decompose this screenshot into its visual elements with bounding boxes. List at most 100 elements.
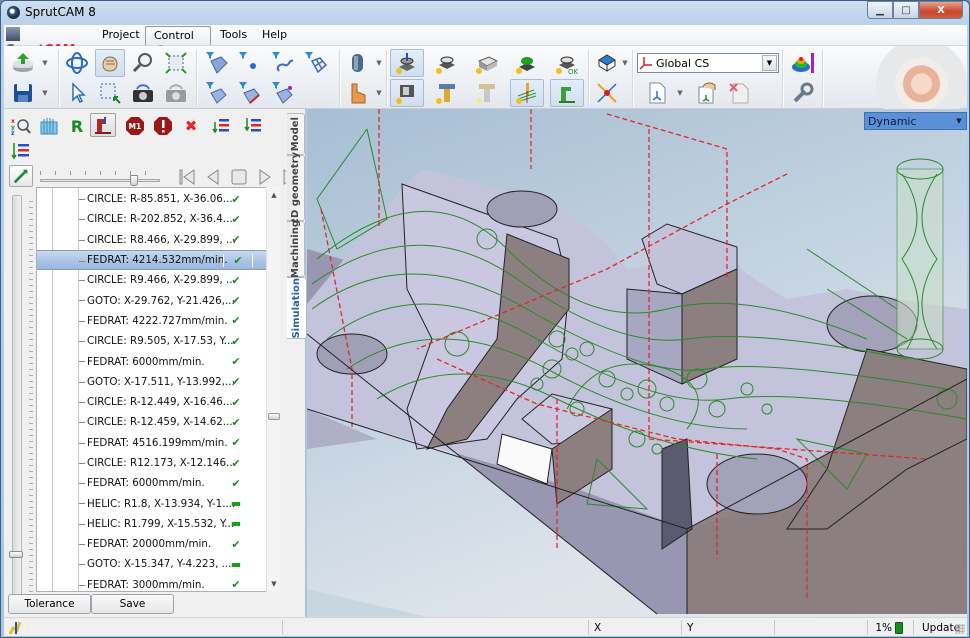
part-button[interactable] bbox=[430, 49, 464, 77]
pan-button[interactable] bbox=[95, 49, 125, 77]
wireframe-view-button[interactable] bbox=[592, 49, 622, 77]
alert-stop-button[interactable] bbox=[150, 114, 176, 138]
menu-project[interactable]: Project bbox=[94, 26, 148, 45]
command-list-item[interactable]: GOTO: X-29.762, Y-21.426,... ✔ bbox=[37, 290, 267, 310]
snapshot-disabled-button[interactable] bbox=[161, 79, 191, 107]
zoom-window-button[interactable] bbox=[95, 79, 125, 107]
command-list-item[interactable]: CIRCLE: R9.505, X-17.53, Y... ✔ bbox=[37, 331, 267, 351]
scroll-down-icon[interactable]: ▼ bbox=[267, 577, 281, 591]
clear-button[interactable]: ✖ bbox=[178, 114, 204, 138]
save-dropdown[interactable]: ▼ bbox=[41, 88, 49, 98]
snap-point-button[interactable] bbox=[592, 79, 622, 107]
command-list-item[interactable]: CIRCLE: R-12.449, X-16.46... ✔ bbox=[37, 392, 267, 412]
nc-command-list[interactable]: CIRCLE: R-85.851, X-36.06... ✔ CIRCLE: R-2… bbox=[36, 187, 280, 592]
reset-button[interactable]: R bbox=[64, 114, 90, 138]
command-list-item[interactable]: CIRCLE: R12.173, X-12.146... ✔ bbox=[37, 453, 267, 473]
fixture-dropdown[interactable]: ▼ bbox=[375, 88, 383, 98]
view-mode-combo[interactable]: Dynamic ▼ bbox=[864, 112, 967, 130]
fixture-green-button[interactable] bbox=[510, 49, 544, 77]
scrollbar-thumb[interactable] bbox=[268, 413, 280, 420]
first-button[interactable] bbox=[176, 167, 198, 187]
command-list-item[interactable]: CIRCLE: R-12.459, X-14.62... ✔ bbox=[37, 412, 267, 432]
tool-button[interactable] bbox=[430, 79, 464, 107]
filter-points-button[interactable] bbox=[235, 49, 265, 77]
3d-viewport[interactable]: Dynamic ▼ bbox=[307, 109, 967, 617]
rotate-view-button[interactable] bbox=[62, 49, 92, 77]
m1-stop-button[interactable]: M1 bbox=[122, 114, 148, 138]
scroll-up-icon[interactable]: ▲ bbox=[267, 188, 281, 202]
list-position-thumb[interactable] bbox=[9, 551, 23, 559]
machine-vise-button[interactable] bbox=[390, 79, 424, 107]
back-button[interactable] bbox=[202, 167, 224, 187]
machine-view-button[interactable] bbox=[90, 113, 116, 137]
tab-model[interactable]: Model bbox=[287, 113, 305, 155]
maximize-button[interactable]: □ bbox=[893, 1, 919, 19]
cs-new-button[interactable] bbox=[642, 79, 672, 107]
command-list-item[interactable]: FEDRAT: 20000mm/min. ✔ bbox=[37, 534, 267, 554]
stock-button[interactable] bbox=[470, 49, 504, 77]
machine-button[interactable] bbox=[550, 79, 584, 107]
chevron-down-icon[interactable]: ▼ bbox=[952, 117, 966, 125]
workpiece-dropdown[interactable]: ▼ bbox=[375, 58, 383, 68]
speed-slider-thumb[interactable] bbox=[130, 175, 139, 186]
tolerance-button[interactable]: Tolerance bbox=[8, 594, 91, 614]
filter-surface-edges-button[interactable] bbox=[235, 79, 265, 107]
stop-button[interactable] bbox=[228, 167, 250, 187]
save-list-button[interactable]: Save bbox=[91, 594, 174, 614]
xyz-inspect-button[interactable]: xyz bbox=[8, 114, 34, 138]
filter-meshes-button[interactable] bbox=[301, 49, 331, 77]
part-setup-button[interactable] bbox=[390, 49, 424, 77]
fit-all-button[interactable] bbox=[161, 49, 191, 77]
wireframe-dropdown[interactable]: ▼ bbox=[621, 58, 629, 68]
resize-grip[interactable] bbox=[955, 624, 965, 634]
forward-button[interactable] bbox=[254, 167, 276, 187]
command-list-item[interactable]: FEDRAT: 4222.727mm/min. ✔ bbox=[37, 311, 267, 331]
settings-button[interactable] bbox=[788, 79, 818, 107]
command-list-item[interactable]: FEDRAT: 4214.532mm/min. ✔ bbox=[37, 249, 267, 271]
command-list-item[interactable]: FEDRAT: 6000mm/min. ✔ bbox=[37, 351, 267, 371]
tab-2d-geometry[interactable]: 2D geometry bbox=[287, 152, 305, 225]
command-list-item[interactable]: GOTO: X-15.347, Y-4.223, ... ▬ bbox=[37, 554, 267, 574]
list-position-slider[interactable] bbox=[9, 195, 25, 607]
command-list-item[interactable]: CIRCLE: R9.466, X-29.899, ... ✔ bbox=[37, 270, 267, 290]
cs-edit-button[interactable] bbox=[692, 79, 722, 107]
chevron-down-icon[interactable]: ▼ bbox=[762, 55, 777, 71]
zoom-button[interactable] bbox=[128, 49, 158, 77]
command-list-item[interactable]: FEDRAT: 3000mm/min. ✔ bbox=[37, 575, 267, 591]
cs-delete-button[interactable] bbox=[724, 79, 754, 107]
tab-machining[interactable]: Machining bbox=[287, 220, 305, 278]
command-list-item[interactable]: CIRCLE: R-85.851, X-36.06... ✔ bbox=[37, 189, 267, 209]
toolpath-button[interactable] bbox=[510, 79, 544, 107]
stock-model-button[interactable] bbox=[36, 114, 62, 138]
list-expand-button[interactable] bbox=[8, 139, 34, 163]
cs-new-dropdown[interactable]: ▼ bbox=[676, 88, 684, 98]
command-list-item[interactable]: HELIC: R1.8, X-13.934, Y-1.... ▬ bbox=[37, 493, 267, 513]
save-button[interactable] bbox=[8, 79, 38, 107]
part-ok-button[interactable]: OK bbox=[550, 49, 584, 77]
menu-control[interactable]: Control ᛘ bbox=[145, 26, 211, 55]
select-button[interactable] bbox=[62, 79, 92, 107]
workpiece-button[interactable] bbox=[343, 49, 373, 77]
fixture-button[interactable] bbox=[343, 79, 373, 107]
speed-slider[interactable] bbox=[36, 169, 164, 187]
filter-surface-points-button[interactable] bbox=[268, 79, 298, 107]
list-scrollbar[interactable]: ▲ ▼ bbox=[266, 187, 280, 592]
import-button[interactable] bbox=[8, 49, 38, 77]
tool-disabled-button[interactable] bbox=[470, 79, 504, 107]
menu-help[interactable]: Help bbox=[254, 26, 295, 45]
close-button[interactable]: X bbox=[919, 1, 963, 19]
filter-curves-button[interactable] bbox=[268, 49, 298, 77]
color-map-button[interactable] bbox=[788, 49, 818, 77]
coordinate-system-combo[interactable]: Global CS ▼ bbox=[637, 53, 779, 73]
draw-toolpath-button[interactable] bbox=[9, 165, 33, 187]
command-list-item[interactable]: FEDRAT: 4516.199mm/min. ✔ bbox=[37, 433, 267, 453]
filter-solids-button[interactable] bbox=[202, 49, 232, 77]
command-list-item[interactable]: FEDRAT: 6000mm/min. ✔ bbox=[37, 473, 267, 493]
tab-simulation[interactable]: Simulation bbox=[287, 277, 307, 339]
command-list-item[interactable]: CIRCLE: R-202.852, X-36.4... ✔ bbox=[37, 209, 267, 229]
list-collapse-button[interactable] bbox=[240, 114, 266, 138]
menu-tools[interactable]: Tools bbox=[212, 26, 255, 45]
minimize-button[interactable]: ▁ bbox=[867, 1, 893, 19]
snapshot-button[interactable] bbox=[128, 79, 158, 107]
command-list-item[interactable]: GOTO: X-17.511, Y-13.992,... ✔ bbox=[37, 372, 267, 392]
